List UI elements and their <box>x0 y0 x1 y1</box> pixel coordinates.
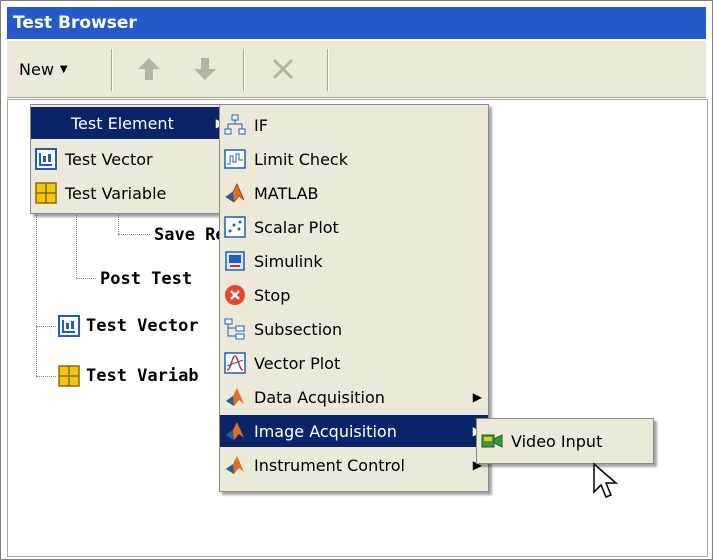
menu-item-simulink[interactable]: Simulink <box>220 245 488 277</box>
menu-item-label: Limit Check <box>254 149 348 169</box>
tree-node-label: Save Re <box>154 225 226 245</box>
menu-item-label: MATLAB <box>254 183 319 203</box>
menu-item-limit-check[interactable]: Limit Check <box>220 143 488 175</box>
menu-item-image-acquisition[interactable]: Image Acquisition ▶ <box>220 415 488 447</box>
menu-item-data-acquisition[interactable]: Data Acquisition ▶ <box>220 381 488 413</box>
menu-item-stop[interactable]: Stop <box>220 279 488 311</box>
tree-node-label: Test Variab <box>86 366 199 386</box>
tree-line <box>36 326 56 327</box>
video-input-icon <box>481 434 503 448</box>
tree-line <box>36 376 56 377</box>
toolbar-separator <box>111 49 113 91</box>
test-variable-icon <box>58 365 80 387</box>
new-button[interactable]: New ▼ <box>19 53 68 85</box>
menu-item-label: Test Variable <box>65 183 167 203</box>
simulink-icon <box>225 251 245 271</box>
menu-item-label: Test Vector <box>65 149 153 169</box>
move-up-button[interactable] <box>135 53 163 85</box>
limit-check-icon <box>224 149 246 169</box>
tree-node-label: Post Test <box>100 269 193 289</box>
arrow-up-icon <box>138 58 160 80</box>
menu-item-label: IF <box>254 115 268 135</box>
toolbar-separator <box>243 49 245 91</box>
image-acquisition-icon <box>226 422 244 440</box>
menu-item-video-input[interactable]: Video Input <box>477 425 653 457</box>
menu-item-subsection[interactable]: Subsection <box>220 313 488 345</box>
stop-icon <box>225 285 245 305</box>
tree-node-test-vector[interactable]: Test Vector <box>58 312 199 340</box>
tree-node-post-test[interactable]: Post Test <box>100 265 192 293</box>
image-acquisition-menu: Video Input <box>476 418 654 464</box>
menu-item-matlab[interactable]: MATLAB <box>220 177 488 209</box>
tree-node-label: Test Vector <box>86 316 199 336</box>
menu-item-label: Vector Plot <box>254 353 341 373</box>
menu-item-test-element[interactable]: Test Element ▶ <box>31 107 231 139</box>
tree-line <box>76 278 96 279</box>
menu-item-label: Image Acquisition <box>254 421 397 441</box>
menu-item-label: Test Element <box>71 113 174 133</box>
data-acquisition-icon <box>226 388 244 406</box>
menu-item-label: Subsection <box>254 319 343 339</box>
menu-item-label: Stop <box>254 285 291 305</box>
chevron-down-icon: ▼ <box>59 63 68 75</box>
window-title: Test Browser <box>13 13 137 33</box>
menu-item-instrument-control[interactable]: Instrument Control ▶ <box>220 449 488 481</box>
test-element-menu: IF Limit Check MATLAB Scalar Plot Simuli… <box>219 104 489 492</box>
menu-item-vector-plot[interactable]: Vector Plot <box>220 347 488 379</box>
scalar-plot-icon <box>224 216 246 238</box>
delete-button[interactable] <box>269 53 297 85</box>
title-bar: Test Browser <box>7 7 706 39</box>
new-button-label: New <box>19 59 54 79</box>
menu-item-label: Video Input <box>511 431 603 451</box>
new-menu: Test Element ▶ Test Vector Test Variable <box>30 104 232 214</box>
toolbar: New ▼ <box>7 41 706 98</box>
menu-item-label: Scalar Plot <box>254 217 339 237</box>
vector-plot-icon <box>224 352 246 374</box>
chevron-right-icon: ▶ <box>472 390 482 404</box>
if-icon <box>224 114 246 135</box>
menu-item-label: Instrument Control <box>254 455 405 475</box>
subsection-icon <box>224 318 245 340</box>
toolbar-separator <box>327 49 329 91</box>
matlab-icon <box>225 183 245 203</box>
test-variable-icon <box>35 182 57 204</box>
menu-item-test-variable[interactable]: Test Variable <box>31 177 231 209</box>
tree-node-test-variable[interactable]: Test Variab <box>58 362 199 390</box>
menu-item-if[interactable]: IF <box>220 109 488 141</box>
arrow-down-icon <box>194 58 216 80</box>
menu-item-test-vector[interactable]: Test Vector <box>31 143 231 175</box>
menu-item-label: Data Acquisition <box>254 387 385 407</box>
instrument-control-icon <box>226 456 244 474</box>
menu-item-scalar-plot[interactable]: Scalar Plot <box>220 211 488 243</box>
tree-node-save-results[interactable]: Save Re <box>154 221 226 249</box>
test-vector-icon <box>35 148 57 170</box>
close-icon <box>272 58 294 80</box>
tree-line <box>118 234 150 235</box>
menu-item-label: Simulink <box>254 251 323 271</box>
move-down-button[interactable] <box>191 53 219 85</box>
test-vector-icon <box>58 315 80 337</box>
mouse-pointer-icon <box>593 462 619 498</box>
